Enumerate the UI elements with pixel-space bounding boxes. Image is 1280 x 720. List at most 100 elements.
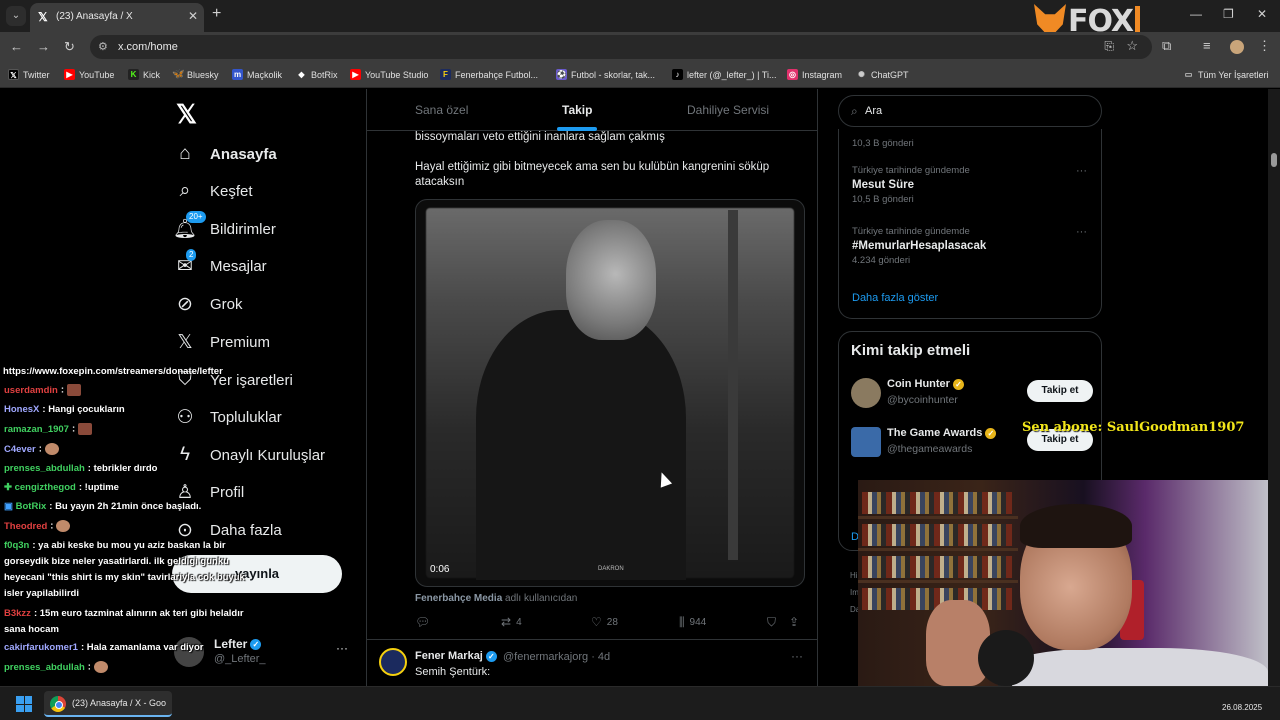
bell-icon: 🔔︎ 20+ xyxy=(172,211,206,241)
share-button[interactable]: ⇪ xyxy=(789,615,799,629)
bookmark-item[interactable]: K Kick xyxy=(128,69,160,80)
kick-icon: K xyxy=(128,69,139,80)
all-bookmarks[interactable]: ▭ Tüm Yer İşaretleri xyxy=(1183,69,1269,80)
youtube-icon: ▶ xyxy=(64,69,75,80)
bookmark-tweet-button[interactable]: ⛉ xyxy=(767,615,776,630)
tweet-video[interactable]: 0:06 DAKRON xyxy=(415,199,805,587)
search-icon: ⌕ xyxy=(851,104,858,118)
follow-button[interactable]: Takip et xyxy=(1027,380,1093,402)
mackolik-icon: m xyxy=(232,69,243,80)
url-text: x.com/home xyxy=(118,41,178,53)
footer-link[interactable]: Hi xyxy=(850,571,858,580)
timeline-tabs: Sana özel Takip Dahiliye Servisi xyxy=(367,89,817,131)
sidebar-item-home[interactable]: ⌂ Anasayfa xyxy=(172,139,276,169)
trend-more-icon[interactable]: ··· xyxy=(1076,165,1087,177)
bookmark-item[interactable]: ⚽ Futbol - skorlar, tak... xyxy=(556,69,655,80)
home-icon: ⌂ xyxy=(179,143,191,164)
install-app-icon[interactable]: ⎘ xyxy=(1104,39,1114,54)
media-source-name[interactable]: Fenerbahçe Media xyxy=(415,593,502,604)
address-bar[interactable]: ⚙ x.com/home ⎘ ☆ xyxy=(90,35,1152,59)
retweet-button[interactable]: ⇄ 4 xyxy=(501,615,522,629)
browser-menu-icon[interactable]: ⋮ xyxy=(1258,38,1271,54)
shelf xyxy=(858,548,1018,551)
tab-following[interactable]: Takip xyxy=(562,103,592,117)
trend-item[interactable]: Türkiye tarihinde gündemde Mesut Süre 10,5… xyxy=(852,165,970,205)
emote-icon xyxy=(44,443,59,455)
media-source-suffix: adlı kullanıcıdan xyxy=(505,593,578,604)
back-arrow-icon[interactable]: ← xyxy=(10,39,23,54)
streamer-body xyxy=(998,648,1268,686)
browser-tab-active[interactable]: 𝕏 (23) Anasayfa / X ✕ xyxy=(30,3,204,32)
sidebar-item-messages[interactable]: ✉ 2 Mesajlar xyxy=(172,248,267,281)
tweet-actions: 💬︎ ⇄ 4 ♡ 28 ⫼ 944 ⛉ ⇪ xyxy=(415,615,805,631)
tweet-text: Hayal ettiğimiz gibi bitmeyecek ama sen … xyxy=(415,161,770,188)
sidebar-item-explore[interactable]: ⌕ Keşfet xyxy=(172,176,253,206)
sidebar-item-notifications[interactable]: 🔔︎ 20+ Bildirimler xyxy=(172,211,276,244)
bookmark-item[interactable]: ♪ lefter (@_lefter_) | Ti... xyxy=(672,69,777,80)
follow-suggestion[interactable]: Coin Hunter ✓ @bycoinhunter Takip et xyxy=(851,376,1093,410)
media-control-icon[interactable]: ≡ xyxy=(1203,38,1211,53)
show-more-link[interactable]: Daha fazla göster xyxy=(852,292,938,304)
page-scrollbar[interactable] xyxy=(1268,89,1280,686)
extensions-icon[interactable]: ⧉ xyxy=(1162,38,1171,54)
x-logo-icon[interactable]: 𝕏 xyxy=(176,99,197,130)
video-person-body xyxy=(476,310,686,580)
trend-item[interactable]: Türkiye tarihinde gündemde #MemurlarHesap… xyxy=(852,226,986,266)
profile-avatar[interactable] xyxy=(1230,40,1244,54)
instagram-icon: ◎ xyxy=(787,69,798,80)
taskbar-chrome-app[interactable]: (23) Anasayfa / X - Goo xyxy=(44,691,172,717)
fener-markaj-avatar[interactable] xyxy=(379,648,407,676)
chat-message: ramazan_1907: xyxy=(4,423,92,435)
bluesky-icon: 🦋 xyxy=(172,69,185,80)
tab-close-icon[interactable]: ✕ xyxy=(188,9,198,23)
emote-icon xyxy=(56,520,71,532)
tab-list[interactable]: Dahiliye Servisi xyxy=(687,103,769,117)
like-button[interactable]: ♡ 28 xyxy=(591,615,618,629)
scrollbar-thumb[interactable] xyxy=(1271,153,1277,167)
more-dots-icon[interactable]: ··· xyxy=(791,649,803,663)
video-watermark: DAKRON xyxy=(598,566,624,572)
taskbar-date: 26.08.2025 xyxy=(1222,703,1263,712)
new-tab-button[interactable]: + xyxy=(212,5,221,23)
chat-message: C4ever: xyxy=(4,443,59,455)
views-button[interactable]: ⫼ 944 xyxy=(679,615,706,630)
trends-panel: 10,3 B gönderi Türkiye tarihinde gündemd… xyxy=(838,129,1102,319)
retweet-icon: ⇄ xyxy=(501,615,512,629)
chrome-icon xyxy=(50,696,66,712)
trend-item[interactable]: 10,3 B gönderi xyxy=(852,135,914,149)
windows-taskbar: (23) Anasayfa / X - Goo 26.08.2025 xyxy=(0,686,1280,720)
mail-icon: ✉ 2 xyxy=(172,248,198,278)
bookmark-star-icon[interactable]: ☆ xyxy=(1126,38,1138,54)
minimize-button[interactable]: — xyxy=(1190,7,1202,21)
tab-for-you[interactable]: Sana özel xyxy=(415,103,468,117)
windows-start-icon[interactable] xyxy=(16,696,32,712)
window-close-button[interactable]: ✕ xyxy=(1257,7,1267,21)
site-info-icon[interactable]: ⚙ xyxy=(98,40,108,53)
reload-icon[interactable]: ↻ xyxy=(64,39,75,55)
reply-button[interactable]: 💬︎ xyxy=(415,615,430,629)
tab-search-button[interactable]: ⌄ xyxy=(6,6,26,26)
emote-icon xyxy=(93,661,108,673)
bookmark-item[interactable]: 🦋 Bluesky xyxy=(172,69,219,80)
bookmark-item[interactable]: 𝕏 Twitter xyxy=(8,69,50,80)
bookmark-item[interactable]: m Maçkolik xyxy=(232,69,282,80)
sidebar-item-premium[interactable]: 𝕏 Premium xyxy=(172,327,270,357)
bookmark-item[interactable]: ▶ YouTube Studio xyxy=(350,69,428,80)
x-favicon-icon: 𝕏 xyxy=(38,10,48,24)
bookmark-item[interactable]: ◎ Instagram xyxy=(787,69,842,80)
search-input[interactable]: ⌕ Ara xyxy=(838,95,1102,127)
chatgpt-icon: ✺ xyxy=(858,70,865,79)
trend-more-icon[interactable]: ··· xyxy=(1076,226,1087,238)
bookmark-item[interactable]: ◆ BotRix xyxy=(296,69,337,80)
bookmark-item[interactable]: ▶ YouTube xyxy=(64,69,114,80)
emote-icon xyxy=(77,423,92,435)
browser-tab-strip: ⌄ 𝕏 (23) Anasayfa / X ✕ + FOX — ❐ ✕ xyxy=(0,0,1280,39)
bookmark-item[interactable]: ✺ ChatGPT xyxy=(856,69,908,80)
bookmark-item[interactable]: F Fenerbahçe Futbol... xyxy=(440,69,538,80)
sidebar-item-grok[interactable]: ⊘ Grok xyxy=(172,289,242,319)
streamer-hair xyxy=(1020,504,1132,548)
forward-arrow-icon[interactable]: → xyxy=(37,39,50,54)
maximize-button[interactable]: ❐ xyxy=(1223,7,1234,21)
next-tweet[interactable]: Fener Markaj ✓ @fenermarkajorg · 4d ··· S… xyxy=(367,639,817,686)
coin-hunter-avatar xyxy=(851,378,881,408)
